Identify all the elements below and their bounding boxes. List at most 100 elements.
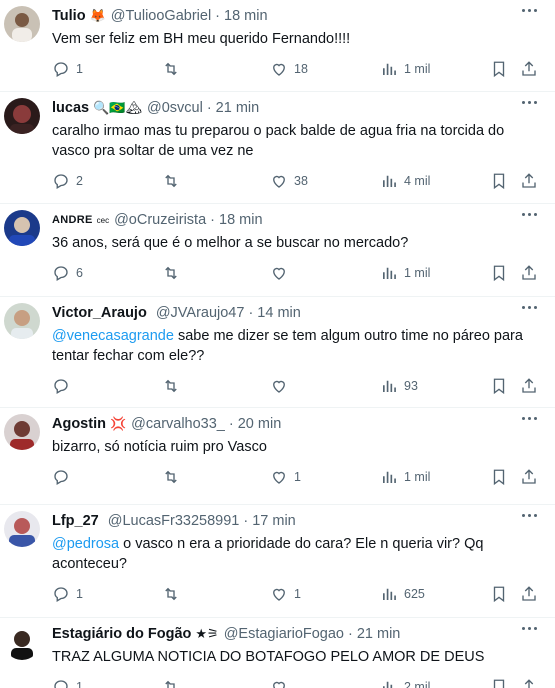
bookmark-button[interactable] xyxy=(490,467,508,487)
reply-icon xyxy=(54,266,68,281)
timestamp[interactable]: 18 min xyxy=(224,8,268,24)
view-count: 1 mil xyxy=(404,470,431,484)
more-options-icon[interactable] xyxy=(522,213,537,216)
reply-button[interactable] xyxy=(52,467,76,487)
tweet[interactable]: Estagiário do Fogão ★⚞ @EstagiarioFogao … xyxy=(0,618,555,688)
display-name[interactable]: ANDRE xyxy=(52,214,93,226)
mention-link[interactable]: @venecasagrande xyxy=(52,328,174,344)
views-button[interactable]: 93 xyxy=(380,376,418,396)
display-name[interactable]: Tulio xyxy=(52,8,86,24)
reply-count: 2 xyxy=(76,174,83,188)
user-handle[interactable]: @carvalho33_ xyxy=(131,416,225,432)
avatar[interactable] xyxy=(4,414,40,450)
bookmark-button[interactable] xyxy=(490,59,508,79)
share-button[interactable] xyxy=(520,677,538,688)
bookmark-button[interactable] xyxy=(490,584,508,604)
mention-link[interactable]: @pedrosa xyxy=(52,536,119,552)
user-handle[interactable]: @EstagiarioFogao xyxy=(224,626,344,642)
like-button[interactable]: 18 xyxy=(270,59,308,79)
share-icon xyxy=(524,679,534,688)
user-handle[interactable]: @oCruzeirista xyxy=(114,212,206,228)
view-count: 1 mil xyxy=(404,62,431,76)
retweet-icon xyxy=(165,62,177,76)
display-name[interactable]: Victor_Araujo xyxy=(52,305,147,321)
share-button[interactable] xyxy=(520,376,538,396)
heart-icon xyxy=(273,63,285,76)
timestamp[interactable]: 21 min xyxy=(216,100,260,116)
reply-button[interactable]: 6 xyxy=(52,263,83,283)
name-badge: ★⚞ xyxy=(195,626,219,641)
bookmark-button[interactable] xyxy=(490,677,508,688)
retweet-button[interactable] xyxy=(162,677,186,688)
display-name[interactable]: Lfp_27 xyxy=(52,513,99,529)
share-button[interactable] xyxy=(520,171,538,191)
views-icon xyxy=(383,63,396,75)
tweet[interactable]: Agostin 💢 @carvalho33_ · 20 min bizarro,… xyxy=(0,408,555,505)
more-options-icon[interactable] xyxy=(522,627,537,630)
user-handle[interactable]: @TulioоGabriel xyxy=(111,8,211,24)
share-button[interactable] xyxy=(520,59,538,79)
tweet[interactable]: ANDRE cec @oCruzeirista · 18 min 36 anos… xyxy=(0,204,555,297)
timestamp[interactable]: 17 min xyxy=(252,513,296,529)
timestamp[interactable]: 20 min xyxy=(238,416,282,432)
tweet[interactable]: lucas 🔍🇧🇷🏔 @0svcul · 21 min caralho irma… xyxy=(0,92,555,204)
timestamp[interactable]: 14 min xyxy=(257,305,301,321)
user-handle[interactable]: @0svcul xyxy=(147,100,203,116)
more-options-icon[interactable] xyxy=(522,101,537,104)
like-button[interactable] xyxy=(270,263,294,283)
retweet-button[interactable] xyxy=(162,467,186,487)
share-button[interactable] xyxy=(520,467,538,487)
bookmark-button[interactable] xyxy=(490,376,508,396)
timestamp[interactable]: 18 min xyxy=(219,212,263,228)
like-button[interactable]: 1 xyxy=(270,467,301,487)
views-button[interactable]: 1 mil xyxy=(380,467,430,487)
share-button[interactable] xyxy=(520,263,538,283)
tweet[interactable]: Lfp_27 @LucasFr33258991 · 17 min @pedros… xyxy=(0,505,555,618)
like-button[interactable]: 1 xyxy=(270,584,301,604)
retweet-button[interactable] xyxy=(162,376,186,396)
tweet-text: Vem ser feliz em BH meu querido Fernando… xyxy=(52,29,541,49)
avatar[interactable] xyxy=(4,303,40,339)
reply-button[interactable]: 1 xyxy=(52,677,83,688)
like-button[interactable] xyxy=(270,376,294,396)
reply-button[interactable]: 1 xyxy=(52,584,83,604)
views-icon xyxy=(383,267,396,279)
more-options-icon[interactable] xyxy=(522,9,537,12)
share-icon xyxy=(522,173,536,188)
retweet-button[interactable] xyxy=(162,171,186,191)
timestamp[interactable]: 21 min xyxy=(357,626,401,642)
avatar[interactable] xyxy=(4,98,40,134)
avatar[interactable] xyxy=(4,511,40,547)
views-button[interactable]: 1 mil xyxy=(380,263,430,283)
user-handle[interactable]: @JVAraujo47 xyxy=(156,305,245,321)
views-button[interactable]: 2 mil xyxy=(380,677,430,688)
views-button[interactable]: 625 xyxy=(380,584,425,604)
more-options-icon[interactable] xyxy=(522,417,537,420)
retweet-button[interactable] xyxy=(162,584,186,604)
tweet[interactable]: Victor_Araujo @JVAraujo47 · 14 min @vene… xyxy=(0,297,555,408)
avatar[interactable] xyxy=(4,210,40,246)
views-button[interactable]: 4 mil xyxy=(380,171,430,191)
reply-button[interactable]: 2 xyxy=(52,171,83,191)
display-name[interactable]: Agostin xyxy=(52,416,106,432)
bookmark-button[interactable] xyxy=(490,263,508,283)
more-options-icon[interactable] xyxy=(522,514,537,517)
avatar[interactable] xyxy=(4,624,40,660)
retweet-button[interactable] xyxy=(162,263,186,283)
share-button[interactable] xyxy=(520,584,538,604)
views-button[interactable]: 1 mil xyxy=(380,59,430,79)
display-name[interactable]: Estagiário do Fogão xyxy=(52,626,191,642)
avatar[interactable] xyxy=(4,6,40,42)
reply-button[interactable]: 1 xyxy=(52,59,83,79)
separator-dot: · xyxy=(243,513,249,529)
bookmark-button[interactable] xyxy=(490,171,508,191)
reply-button[interactable] xyxy=(52,376,76,396)
display-name[interactable]: lucas xyxy=(52,100,89,116)
user-handle[interactable]: @LucasFr33258991 xyxy=(108,513,240,529)
more-options-icon[interactable] xyxy=(522,306,537,309)
retweet-button[interactable] xyxy=(162,59,186,79)
like-button[interactable]: 38 xyxy=(270,171,308,191)
tweet[interactable]: Tulio 🦊 @TulioоGabriel · 18 min Vem ser … xyxy=(0,0,555,92)
name-badge: 💢 xyxy=(109,416,127,431)
like-button[interactable] xyxy=(270,677,294,688)
